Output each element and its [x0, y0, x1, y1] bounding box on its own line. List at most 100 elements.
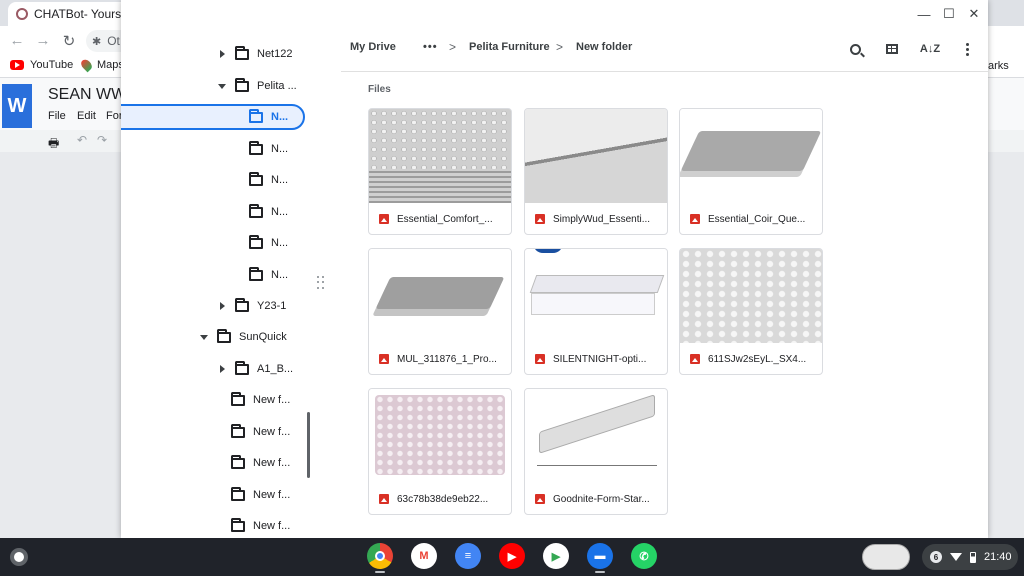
breadcrumb-separator: >: [556, 40, 564, 54]
file-name: SILENTNIGHT-opti...: [553, 353, 647, 365]
file-card[interactable]: 63c78b38de9eb22...: [368, 388, 512, 515]
file-name: 63c78b38de9eb22...: [397, 493, 489, 505]
image-file-icon: [535, 214, 545, 224]
minimize-button[interactable]: —: [916, 6, 932, 22]
tree-item[interactable]: N...: [249, 228, 288, 258]
image-file-icon: [690, 214, 700, 224]
tree-item-label: N...: [271, 237, 289, 249]
file-thumbnail: [369, 389, 511, 483]
forward-icon[interactable]: →: [34, 32, 52, 49]
more-options-icon[interactable]: [958, 40, 976, 58]
running-indicator: [595, 571, 605, 573]
breadcrumb-new-folder[interactable]: New folder: [576, 41, 632, 53]
folder-icon: [231, 454, 245, 469]
file-card[interactable]: MUL_311876_1_Pro...: [368, 248, 512, 375]
tree-item[interactable]: New f...: [231, 480, 290, 510]
image-file-icon: [379, 354, 389, 364]
breadcrumb-ellipsis[interactable]: •••: [423, 41, 438, 53]
pane-resize-handle[interactable]: [317, 276, 325, 290]
tree-scrollbar[interactable]: [307, 412, 310, 478]
tree-item-label: A1_B...: [257, 363, 294, 375]
folder-icon: [249, 108, 263, 123]
sort-az-icon[interactable]: A↓Z: [920, 40, 940, 58]
bookmark-label: YouTube: [30, 59, 74, 71]
tree-item-y23[interactable]: Y23-1: [217, 291, 286, 321]
bookmark-youtube[interactable]: YouTube: [10, 59, 73, 71]
tree-item-selected[interactable]: N...: [249, 102, 288, 132]
redo-icon[interactable]: ↷: [97, 133, 107, 147]
youtube-icon[interactable]: ▶: [499, 543, 525, 569]
folder-icon: [249, 140, 263, 155]
search-icon[interactable]: [846, 40, 864, 58]
file-picker-dialog: — ☐ ✕ Net122 Pelita ... N... N... N... N…: [121, 0, 988, 538]
tree-item-a1[interactable]: A1_B...: [217, 354, 293, 384]
word-logo-icon: W: [2, 84, 32, 128]
menu-file[interactable]: File: [48, 110, 66, 122]
tree-item-pelita[interactable]: Pelita ...: [217, 71, 297, 101]
docs-icon[interactable]: ≡: [455, 543, 481, 569]
tree-item-label: Pelita ...: [257, 80, 297, 92]
folder-icon: [235, 77, 249, 92]
bookmark-maps[interactable]: Maps: [79, 57, 124, 73]
tree-item[interactable]: N...: [249, 165, 288, 195]
breadcrumb-my-drive[interactable]: My Drive: [350, 41, 396, 53]
file-card[interactable]: Goodnite-Form-Star...: [524, 388, 668, 515]
tree-item-label: N...: [271, 269, 289, 281]
tree-item-label: N...: [271, 111, 289, 123]
file-card[interactable]: Essential_Comfort_...: [368, 108, 512, 235]
expand-icon[interactable]: [217, 49, 227, 59]
file-card[interactable]: SILENTNIGHT-opti...: [524, 248, 668, 375]
notification-count: 6: [930, 551, 942, 563]
back-icon[interactable]: ←: [8, 32, 26, 49]
collapse-icon[interactable]: [199, 332, 209, 342]
file-name: Essential_Comfort_...: [397, 213, 493, 225]
file-card[interactable]: 611SJw2sEyL._SX4...: [679, 248, 823, 375]
play-store-icon[interactable]: ▶: [543, 543, 569, 569]
file-card[interactable]: SimplyWud_Essenti...: [524, 108, 668, 235]
gmail-icon[interactable]: M: [411, 543, 437, 569]
clock: 21:40: [984, 551, 1012, 563]
folder-icon: [249, 203, 263, 218]
tree-item-sunquick[interactable]: SunQuick: [199, 322, 287, 352]
file-thumbnail: [680, 109, 822, 203]
folder-icon: [231, 517, 245, 532]
status-tray[interactable]: 6 21:40: [922, 544, 1018, 570]
tree-item-label: N...: [271, 174, 289, 186]
expand-icon[interactable]: [217, 301, 227, 311]
launcher-icon[interactable]: [10, 548, 28, 566]
image-file-icon: [690, 354, 700, 364]
tree-item-label: New f...: [253, 394, 291, 406]
maps-pin-icon: [79, 57, 94, 73]
files-icon[interactable]: ▬: [587, 543, 613, 569]
tree-item[interactable]: New f...: [231, 385, 290, 415]
folder-icon: [231, 486, 245, 501]
tree-item-net122[interactable]: Net122: [217, 39, 292, 69]
tree-item[interactable]: New f...: [231, 511, 290, 538]
maximize-button[interactable]: ☐: [941, 6, 957, 22]
close-button[interactable]: ✕: [966, 6, 982, 22]
tree-item-label: Net122: [257, 48, 293, 60]
image-file-icon: [379, 494, 389, 504]
tree-item-label: New f...: [253, 520, 291, 532]
tree-item[interactable]: New f...: [231, 448, 290, 478]
tree-item[interactable]: N...: [249, 197, 288, 227]
file-card[interactable]: Essential_Coir_Que...: [679, 108, 823, 235]
breadcrumb-pelita-furniture[interactable]: Pelita Furniture: [469, 41, 550, 53]
tree-item[interactable]: New f...: [231, 417, 290, 447]
collapse-icon[interactable]: [217, 81, 227, 91]
running-indicator: [375, 571, 385, 573]
whatsapp-icon[interactable]: ✆: [631, 543, 657, 569]
tree-item[interactable]: N...: [249, 134, 288, 164]
tree-item[interactable]: N...: [249, 260, 288, 290]
list-view-icon[interactable]: [883, 40, 901, 58]
reload-icon[interactable]: ↻: [60, 32, 78, 50]
expand-icon[interactable]: [217, 364, 227, 374]
undo-icon[interactable]: ↶: [77, 133, 87, 147]
holding-space-thumbnail[interactable]: [862, 544, 910, 570]
chrome-icon[interactable]: [367, 543, 393, 569]
image-file-icon: [379, 214, 389, 224]
chatbot-favicon-icon: [16, 8, 28, 20]
tree-item-label: N...: [271, 143, 289, 155]
menu-edit[interactable]: Edit: [77, 110, 96, 122]
folder-icon: [249, 171, 263, 186]
